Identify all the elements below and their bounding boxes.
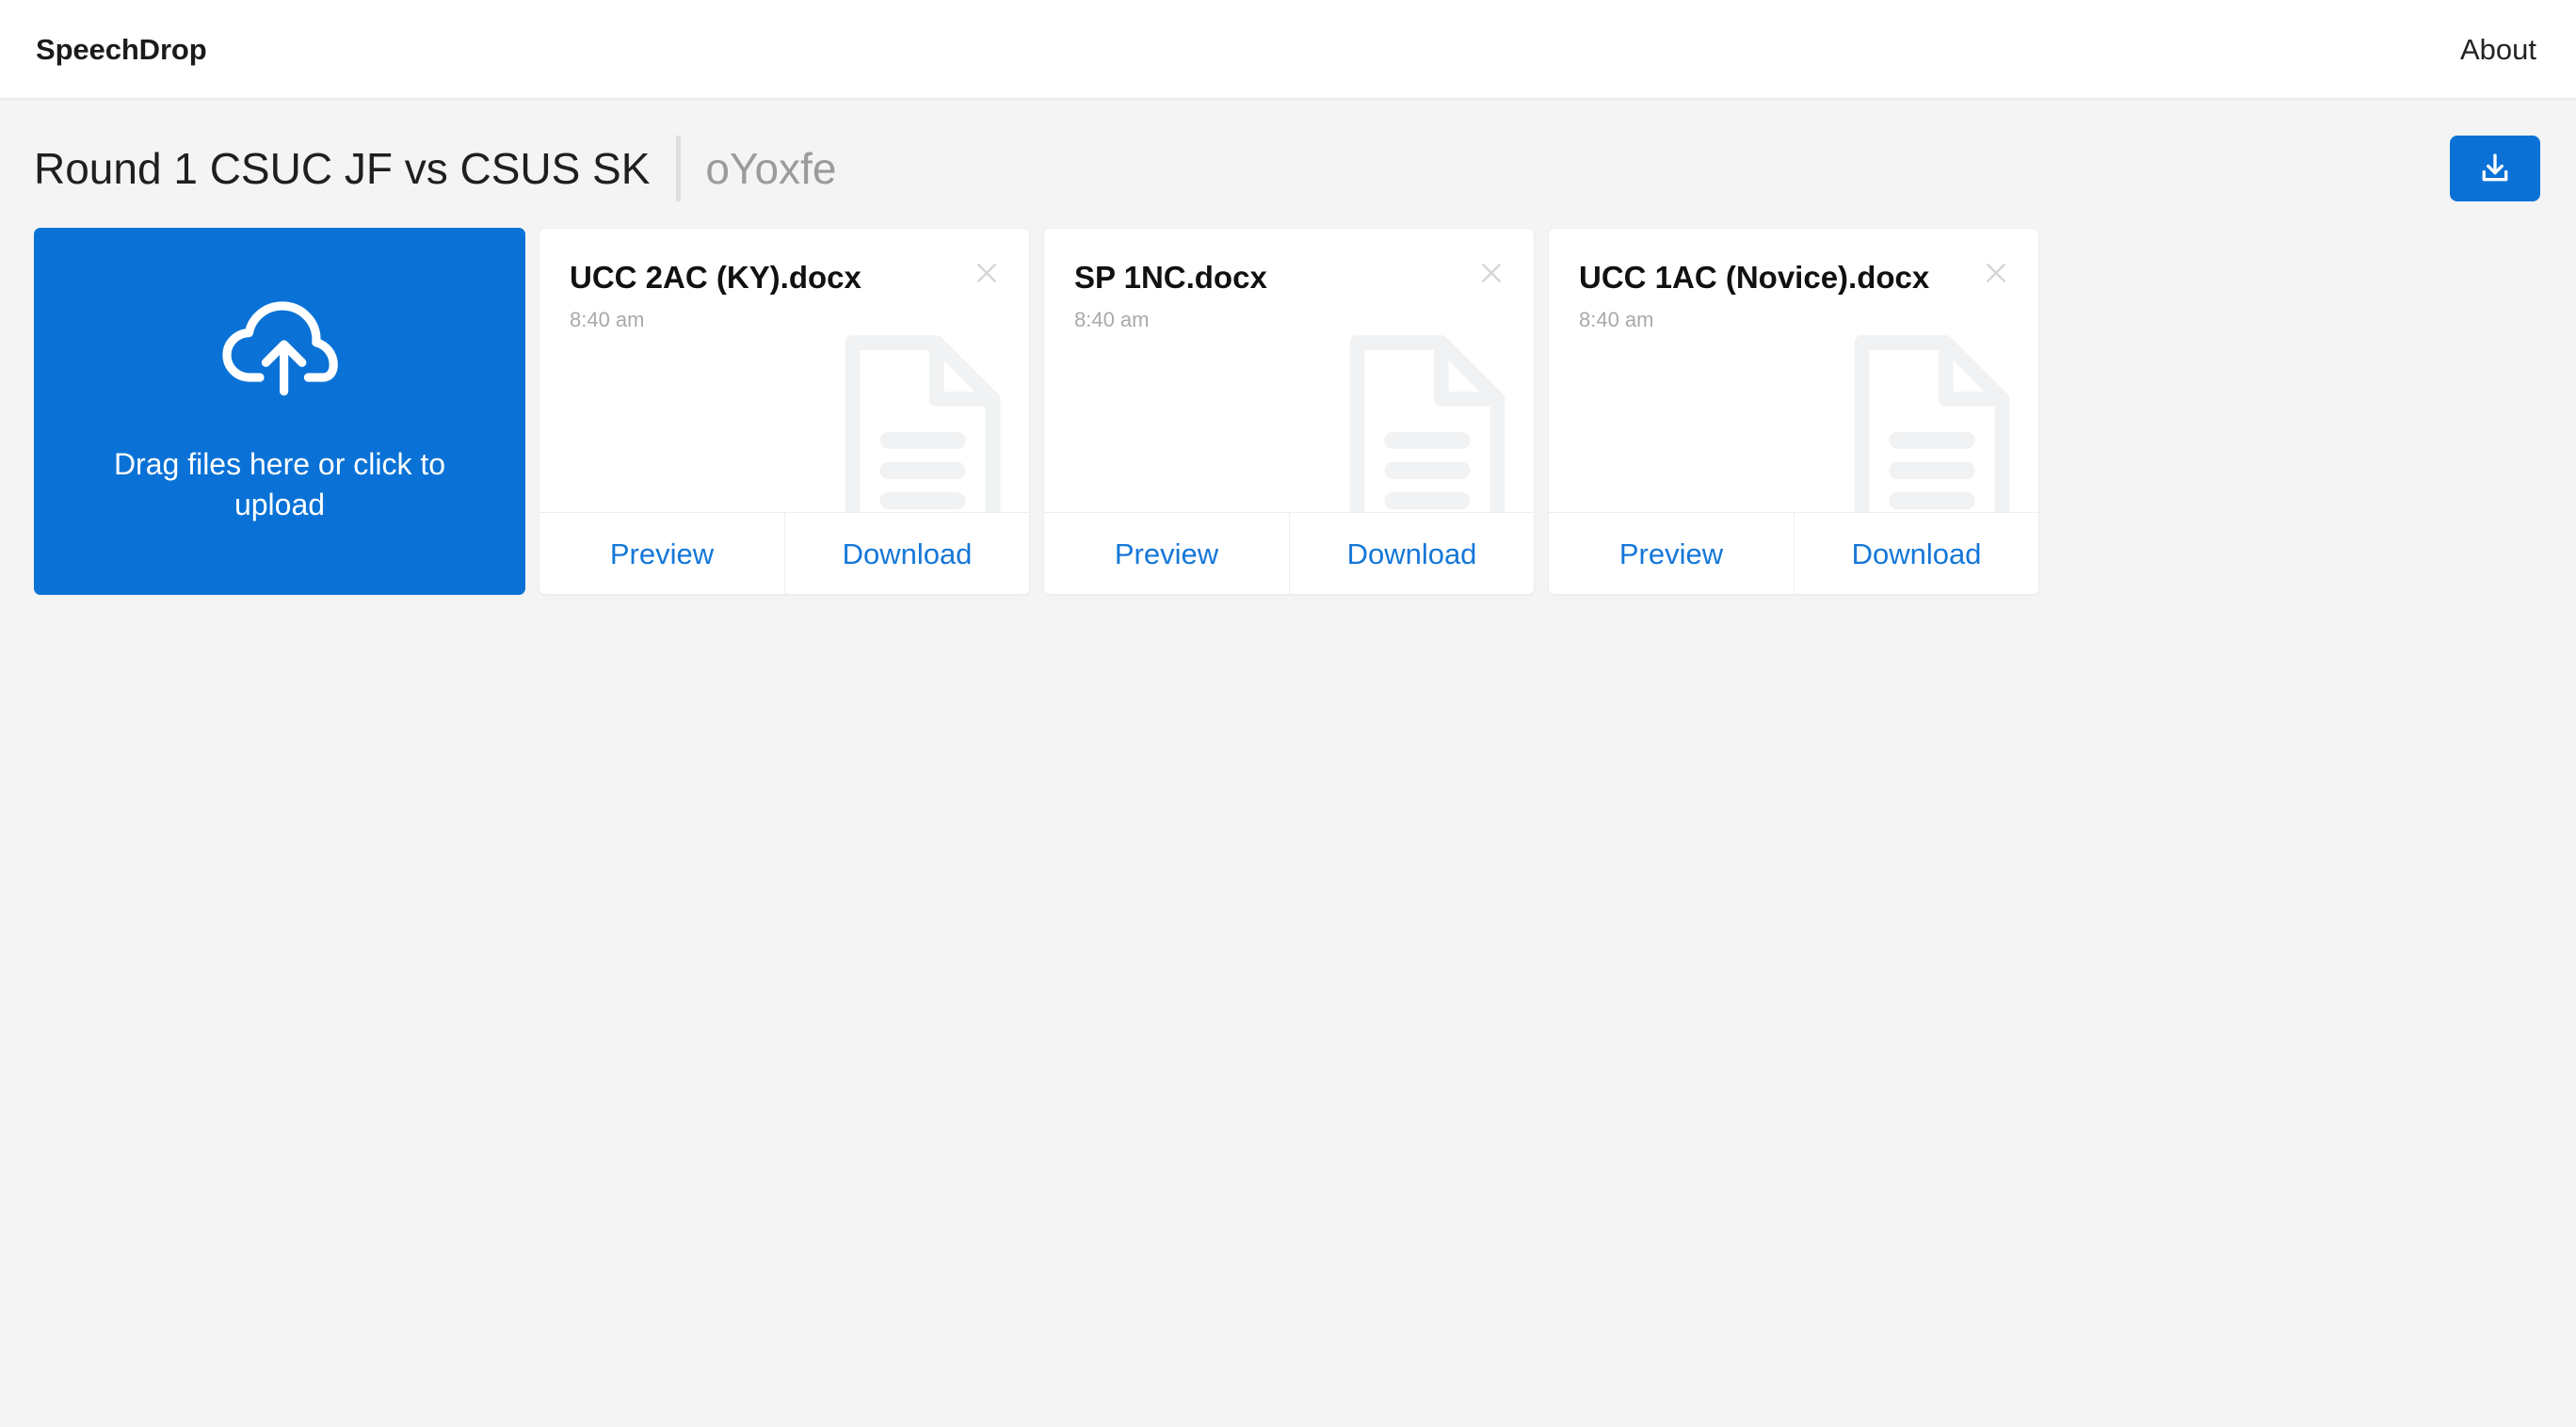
close-icon[interactable] <box>965 251 1008 295</box>
download-button[interactable]: Download <box>1289 513 1534 594</box>
preview-button[interactable]: Preview <box>1549 513 1794 594</box>
download-button[interactable]: Download <box>784 513 1029 594</box>
navbar-links: About <box>2456 29 2540 70</box>
file-card-footer: Preview Download <box>1044 512 1534 594</box>
file-name: UCC 2AC (KY).docx <box>570 260 861 295</box>
document-icon <box>1846 328 2018 512</box>
close-icon[interactable] <box>1974 251 2018 295</box>
nav-link-about[interactable]: About <box>2456 29 2540 70</box>
file-name: SP 1NC.docx <box>1074 260 1267 295</box>
file-card: UCC 1AC (Novice).docx 8:40 am Preview Do… <box>1548 228 2039 595</box>
page-title: Round 1 CSUC JF vs CSUS SK <box>34 144 651 193</box>
download-all-button[interactable] <box>2450 136 2540 201</box>
file-card-body: UCC 1AC (Novice).docx 8:40 am <box>1549 229 2038 512</box>
document-icon <box>1342 328 1513 512</box>
file-timestamp: 8:40 am <box>1074 308 1150 332</box>
download-icon <box>2477 151 2513 186</box>
file-timestamp: 8:40 am <box>1579 308 1654 332</box>
brand-logo[interactable]: SpeechDrop <box>36 35 207 64</box>
file-grid: Drag files here or click to upload UCC 2… <box>0 204 2576 595</box>
file-card-body: UCC 2AC (KY).docx 8:40 am <box>539 229 1029 512</box>
file-card-footer: Preview Download <box>1549 512 2038 594</box>
cloud-upload-icon <box>214 297 346 403</box>
file-card: UCC 2AC (KY).docx 8:40 am Preview Downlo… <box>539 228 1030 595</box>
file-card-footer: Preview Download <box>539 512 1029 594</box>
preview-button[interactable]: Preview <box>539 513 784 594</box>
file-timestamp: 8:40 am <box>570 308 645 332</box>
file-card: SP 1NC.docx 8:40 am Preview Download <box>1043 228 1535 595</box>
file-name: UCC 1AC (Novice).docx <box>1579 260 1930 295</box>
dropzone-label: Drag files here or click to upload <box>113 447 446 521</box>
page-heading-row: Round 1 CSUC JF vs CSUS SK oYoxfe <box>0 99 2576 204</box>
top-navbar: SpeechDrop About <box>0 0 2576 99</box>
close-icon[interactable] <box>1470 251 1513 295</box>
file-card-body: SP 1NC.docx 8:40 am <box>1044 229 1534 512</box>
room-heading: Round 1 CSUC JF vs CSUS SK oYoxfe <box>34 118 836 219</box>
title-divider <box>676 136 682 201</box>
download-button[interactable]: Download <box>1794 513 2038 594</box>
document-icon <box>837 328 1008 512</box>
preview-button[interactable]: Preview <box>1044 513 1289 594</box>
room-code: oYoxfe <box>705 144 837 193</box>
upload-dropzone[interactable]: Drag files here or click to upload <box>34 228 525 595</box>
